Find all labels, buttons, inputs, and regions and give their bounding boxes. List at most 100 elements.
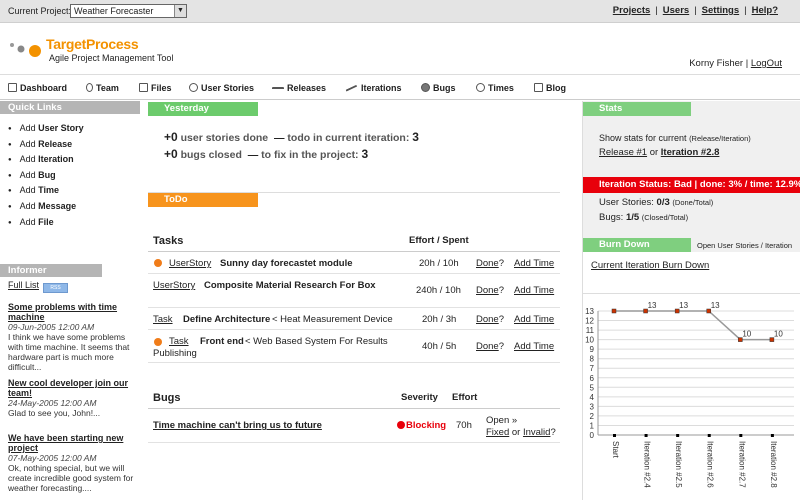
- task-type[interactable]: UserStory: [153, 280, 195, 291]
- effort-header: Effort / Spent: [409, 235, 469, 246]
- quick-link-add-file[interactable]: Add File: [8, 217, 140, 233]
- nav-blog[interactable]: Blog: [534, 83, 566, 93]
- add-time-link[interactable]: Add Time: [514, 285, 554, 296]
- severity-header: Severity: [401, 392, 438, 403]
- bug-actions: Fixed or Invalid?: [486, 427, 556, 438]
- x-tick-label: Iteration #2.7: [737, 441, 746, 488]
- quick-links-title: Quick Links: [0, 101, 140, 114]
- news-body: I think we have some problems with time …: [8, 332, 130, 372]
- releases-icon: [272, 87, 284, 92]
- top-bar: Current Project: Weather Forecaster ▼ Pr…: [0, 0, 800, 23]
- quick-link-add-time[interactable]: Add Time: [8, 185, 140, 201]
- news-item: We have been starting new project 07-May…: [8, 433, 138, 493]
- task-name: Front end: [200, 336, 244, 347]
- data-label: 10: [742, 330, 751, 339]
- bug-icon: [421, 83, 430, 92]
- news-body: Ok, nothing special, but we will create …: [8, 463, 134, 493]
- project-select[interactable]: Weather Forecaster ▼: [70, 4, 187, 18]
- task-row: Task Front end < Web Based System For Re…: [148, 330, 560, 363]
- quick-link-add-user-story[interactable]: Add User Story: [8, 123, 140, 139]
- top-link-users[interactable]: Users: [663, 5, 689, 16]
- quick-link-add-message[interactable]: Add Message: [8, 201, 140, 217]
- nav-bugs[interactable]: Bugs: [421, 83, 456, 93]
- y-tick-label: 6: [590, 374, 595, 383]
- stats-links: Release #1 or Iteration #2.8: [599, 147, 720, 158]
- nav-iterations[interactable]: Iterations: [345, 83, 402, 95]
- chevron-down-icon[interactable]: ▼: [174, 5, 186, 17]
- y-tick-label: 2: [590, 412, 595, 421]
- iterations-icon: [345, 84, 359, 95]
- user-stories-icon: [189, 83, 198, 92]
- news-title[interactable]: New cool developer join our team!: [8, 378, 138, 398]
- y-tick-label: 1: [590, 421, 595, 430]
- burn-down-chart: 0 1 2 3 4 5 6 7 8 9 10 11 12 13 Start 13 Iteration #2.4 1…: [583, 293, 800, 500]
- burn-link-box: Current Iteration Burn Down: [583, 252, 800, 293]
- full-list: Full List RSS: [8, 280, 69, 293]
- y-tick-label: 4: [590, 393, 595, 402]
- news-title[interactable]: We have been starting new project: [8, 433, 138, 453]
- nav-team[interactable]: Team: [86, 83, 119, 93]
- data-point: [611, 308, 617, 314]
- top-link-settings[interactable]: Settings: [702, 5, 739, 16]
- top-link-projects[interactable]: Projects: [613, 5, 651, 16]
- task-done[interactable]: Done?: [476, 341, 504, 352]
- rss-badge[interactable]: RSS: [43, 283, 69, 293]
- current-project-label: Current Project:: [8, 6, 72, 16]
- invalid-link[interactable]: Invalid: [523, 427, 550, 438]
- task-parent-cont: Publishing: [153, 348, 197, 359]
- running-icon: [154, 259, 162, 267]
- add-time-link[interactable]: Add Time: [514, 341, 554, 352]
- nav-user-stories[interactable]: User Stories: [189, 83, 254, 93]
- task-type[interactable]: Task: [153, 314, 173, 325]
- nav-times[interactable]: Times: [476, 83, 514, 93]
- news-title[interactable]: Some problems with time machine: [8, 302, 138, 322]
- times-icon: [476, 83, 485, 92]
- news-item: Some problems with time machine 09-Jun-2…: [8, 302, 138, 372]
- add-time-link[interactable]: Add Time: [514, 314, 554, 325]
- x-tick: [644, 434, 648, 437]
- stats-column: Stats Show stats for current (Release/It…: [582, 101, 800, 500]
- task-name: Define Architecture: [183, 314, 271, 325]
- task-name: Composite Material Research For Box: [204, 280, 376, 291]
- x-tick-label: Iteration #2.8: [769, 441, 778, 488]
- y-tick-label: 10: [585, 336, 594, 345]
- quick-link-add-bug[interactable]: Add Bug: [8, 170, 140, 186]
- y-tick-label: 5: [590, 383, 595, 392]
- task-parent: < Web Based System For Results: [245, 336, 388, 347]
- task-done[interactable]: Done?: [476, 258, 504, 269]
- nav-releases[interactable]: Releases: [272, 83, 326, 93]
- release-link[interactable]: Release #1: [599, 147, 647, 158]
- user-info: Korny Fisher | LogOut: [689, 58, 782, 69]
- bugs-header: Bugs: [153, 392, 181, 404]
- burn-down-link[interactable]: Current Iteration Burn Down: [591, 260, 709, 271]
- logout-link[interactable]: LogOut: [751, 58, 782, 69]
- x-tick: [676, 434, 680, 437]
- bug-name[interactable]: Time machine can't bring us to future: [153, 420, 322, 431]
- task-row: UserStory Composite Material Research Fo…: [148, 274, 560, 308]
- fixed-link[interactable]: Fixed: [486, 427, 509, 438]
- task-type[interactable]: UserStory: [169, 258, 211, 269]
- data-label: 13: [711, 301, 720, 310]
- informer-title: Informer: [0, 264, 102, 277]
- task-type[interactable]: Task: [169, 336, 189, 347]
- iteration-status: Iteration Status: Bad | done: 3% / time:…: [583, 177, 800, 193]
- task-effort: 20h / 10h: [419, 258, 459, 269]
- y-tick-label: 9: [590, 345, 595, 354]
- quick-link-add-release[interactable]: Add Release: [8, 139, 140, 155]
- bug-severity: Blocking: [406, 420, 447, 431]
- news-date: 24-May-2005 12:00 AM: [8, 398, 97, 408]
- task-done[interactable]: Done?: [476, 285, 504, 296]
- iteration-link[interactable]: Iteration #2.8: [661, 147, 720, 158]
- logo-subtitle: Agile Project Management Tool: [49, 53, 174, 63]
- nav-files[interactable]: Files: [139, 83, 172, 93]
- x-tick-label: Iteration #2.5: [674, 441, 683, 488]
- x-tick: [739, 434, 743, 437]
- bugs-stat: Bugs: 1/5 (Closed/Total): [599, 212, 689, 223]
- yesterday-stories-line: +0 user stories done — todo in current i…: [164, 130, 419, 144]
- task-done[interactable]: Done?: [476, 314, 504, 325]
- top-link-help[interactable]: Help?: [752, 5, 778, 16]
- quick-link-add-iteration[interactable]: Add Iteration: [8, 154, 140, 170]
- full-list-link[interactable]: Full List: [8, 280, 39, 290]
- add-time-link[interactable]: Add Time: [514, 258, 554, 269]
- nav-dashboard[interactable]: Dashboard: [8, 83, 67, 93]
